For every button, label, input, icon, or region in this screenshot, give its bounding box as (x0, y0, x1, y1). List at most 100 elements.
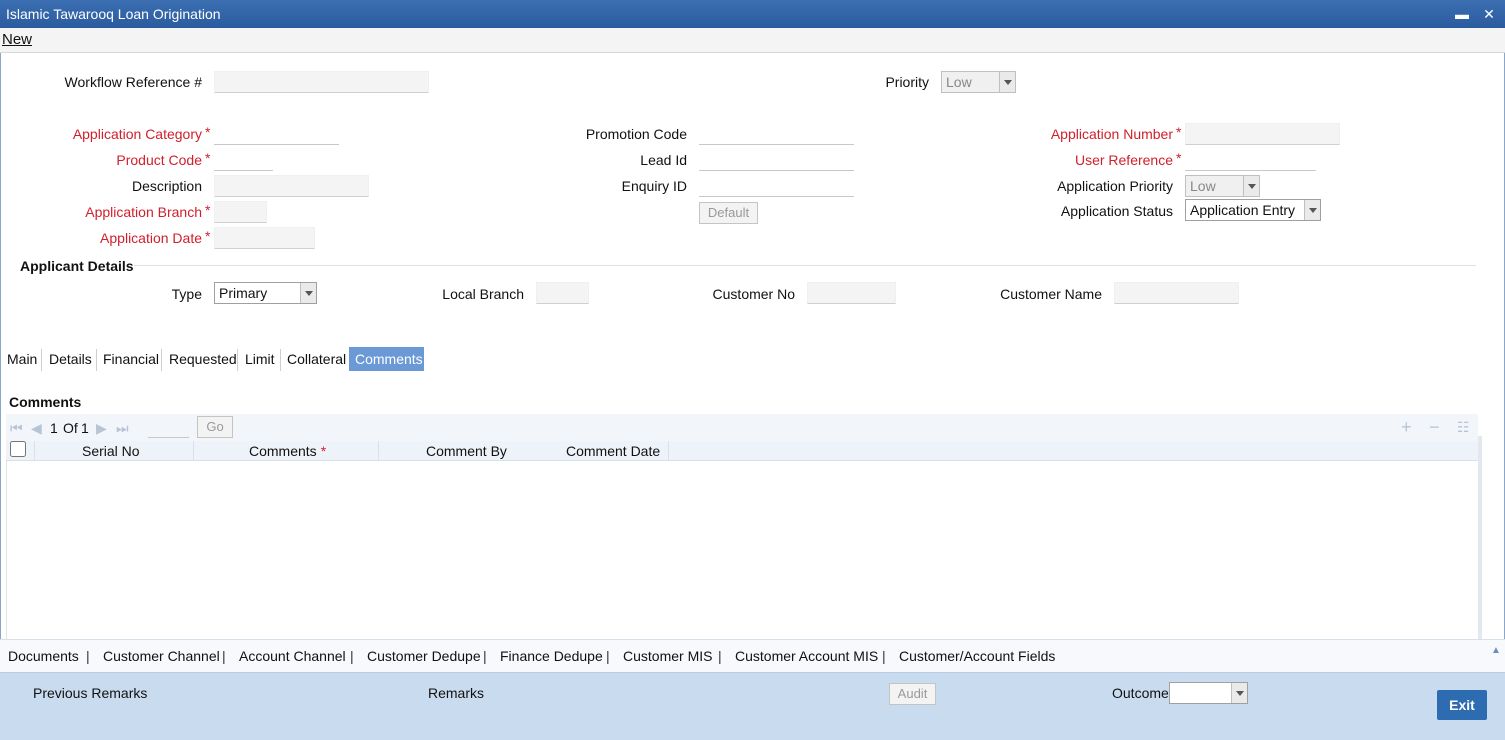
link-separator: | (350, 648, 354, 664)
tab-collateral[interactable]: Collateral (281, 347, 352, 371)
customer-channel-link[interactable]: Customer Channel (103, 648, 220, 664)
app-branch-input[interactable] (214, 201, 267, 223)
app-priority-label: Application Priority (1057, 178, 1173, 194)
remarks-label[interactable]: Remarks (428, 685, 484, 701)
app-priority-value: Low (1190, 178, 1216, 194)
customer-no-input[interactable] (807, 282, 896, 304)
customer-mis-link[interactable]: Customer MIS (623, 648, 712, 664)
required-marker: * (205, 150, 211, 166)
default-button[interactable]: Default (699, 202, 758, 224)
lead-id-input[interactable] (699, 149, 854, 171)
app-date-label: Application Date (100, 230, 202, 246)
app-status-label: Application Status (1060, 203, 1173, 219)
applicant-type-value: Primary (219, 285, 268, 301)
user-ref-label: User Reference (1074, 152, 1173, 168)
account-channel-link[interactable]: Account Channel (239, 648, 346, 664)
outcome-select[interactable] (1169, 682, 1248, 704)
required-marker: * (1176, 150, 1182, 166)
local-branch-input[interactable] (536, 282, 589, 304)
tab-divider (161, 349, 162, 371)
app-category-input[interactable] (214, 123, 339, 145)
link-separator: | (718, 648, 722, 664)
pager-current: 1 (50, 420, 58, 436)
enquiry-id-input[interactable] (699, 175, 854, 197)
link-separator: | (882, 648, 886, 664)
delete-row-icon[interactable]: − (1429, 418, 1440, 436)
workflow-ref-input[interactable] (214, 71, 429, 93)
tab-limit[interactable]: Limit (239, 347, 281, 371)
column-header-comment-date[interactable]: Comment Date (566, 441, 660, 461)
applicant-type-select[interactable]: Primary (214, 282, 317, 304)
documents-link[interactable]: Documents (8, 648, 79, 664)
page-number-input[interactable] (148, 416, 189, 438)
column-header-comment-by[interactable]: Comment By (426, 441, 507, 461)
tab-main[interactable]: Main (1, 347, 43, 371)
chevron-down-icon (1231, 683, 1247, 703)
list-view-icon[interactable]: ☷ (1457, 420, 1470, 434)
grid-scrollbar[interactable] (1478, 436, 1482, 639)
local-branch-label: Local Branch (442, 286, 524, 302)
customer-name-label: Customer Name (1000, 286, 1102, 302)
promotion-code-label: Promotion Code (585, 126, 687, 142)
required-marker: * (1176, 124, 1182, 140)
close-icon[interactable]: ✕ (1479, 4, 1499, 24)
chevron-down-icon (300, 283, 316, 303)
app-date-input[interactable] (214, 227, 315, 249)
tab-comments[interactable]: Comments (349, 347, 424, 371)
previous-remarks-label[interactable]: Previous Remarks (33, 685, 147, 701)
description-input[interactable] (214, 175, 369, 197)
customer-no-label: Customer No (712, 286, 795, 302)
column-divider (668, 441, 669, 461)
last-page-icon[interactable]: ⏭ (116, 421, 129, 435)
minimize-icon[interactable]: ▬ (1452, 4, 1472, 24)
app-priority-select[interactable]: Low (1185, 175, 1260, 197)
promotion-code-input[interactable] (699, 123, 854, 145)
required-marker: * (205, 124, 211, 140)
go-button[interactable]: Go (197, 416, 233, 438)
audit-button[interactable]: Audit (889, 683, 936, 705)
customer-dedupe-link[interactable]: Customer Dedupe (367, 648, 481, 664)
workflow-ref-label: Workflow Reference # (64, 74, 202, 90)
product-code-input[interactable] (214, 149, 273, 171)
exit-button[interactable]: Exit (1437, 690, 1487, 720)
chevron-up-icon[interactable]: ▲ (1491, 644, 1501, 658)
column-header-serial-no[interactable]: Serial No (82, 441, 140, 461)
tab-requested[interactable]: Requested (163, 347, 243, 371)
priority-value: Low (946, 74, 972, 90)
first-page-icon[interactable]: ⏮ (10, 421, 23, 435)
applicant-details-title: Applicant Details (20, 258, 134, 274)
add-row-icon[interactable]: + (1401, 418, 1412, 436)
lead-id-label: Lead Id (640, 152, 687, 168)
finance-dedupe-link[interactable]: Finance Dedupe (500, 648, 603, 664)
footer-panel (0, 672, 1505, 740)
app-status-select[interactable]: Application Entry (1185, 199, 1321, 221)
menu-bar (0, 28, 1505, 53)
required-marker: * (205, 228, 211, 244)
section-divider (134, 265, 1476, 266)
link-separator: | (86, 648, 90, 664)
new-link[interactable]: New (2, 31, 32, 48)
window-title: Islamic Tawarooq Loan Origination (6, 6, 221, 22)
customer-account-fields-link[interactable]: Customer/Account Fields (899, 648, 1055, 664)
tab-divider (237, 349, 238, 371)
link-separator: | (222, 648, 226, 664)
enquiry-id-label: Enquiry ID (621, 178, 687, 194)
select-all-checkbox[interactable] (10, 441, 26, 457)
priority-select[interactable]: Low (941, 71, 1016, 93)
column-header-comments[interactable]: Comments * (249, 441, 326, 461)
outcome-label: Outcome (1112, 685, 1169, 701)
app-category-label: Application Category (72, 126, 202, 142)
user-ref-input[interactable] (1185, 149, 1316, 171)
type-label: Type (171, 286, 202, 302)
customer-account-mis-link[interactable]: Customer Account MIS (735, 648, 878, 664)
tab-details[interactable]: Details (43, 347, 98, 371)
app-number-input[interactable] (1185, 123, 1340, 145)
next-page-icon[interactable]: ▶ (96, 421, 107, 435)
previous-page-icon[interactable]: ◀ (31, 421, 42, 435)
link-separator: | (483, 648, 487, 664)
customer-name-input[interactable] (1114, 282, 1239, 304)
product-code-label: Product Code (116, 152, 202, 168)
chevron-down-icon (999, 72, 1015, 92)
tab-financial[interactable]: Financial (97, 347, 165, 371)
chevron-down-icon (1243, 176, 1259, 196)
